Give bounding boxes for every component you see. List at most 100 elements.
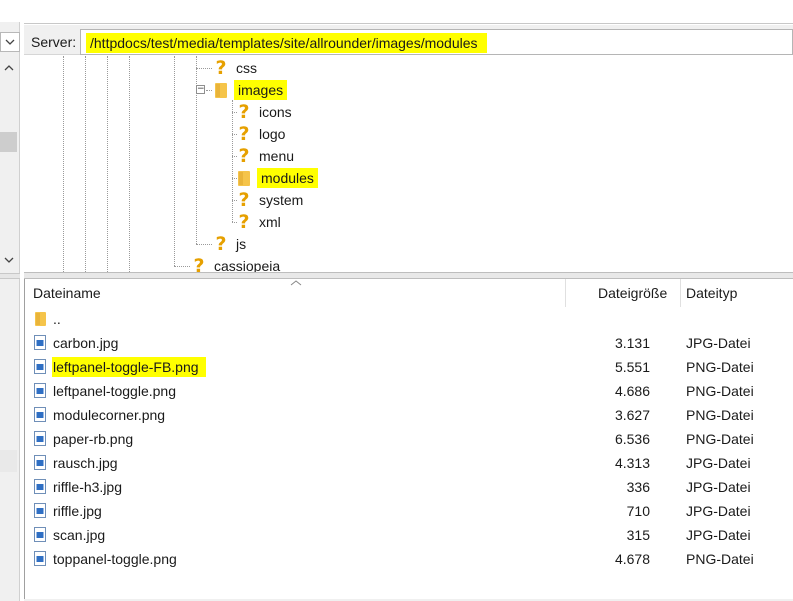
table-row[interactable]: scan.jpg 315 JPG-Datei bbox=[25, 523, 793, 547]
file-type: PNG-Datei bbox=[686, 551, 754, 567]
file-type: JPG-Datei bbox=[686, 455, 751, 471]
table-row[interactable]: carbon.jpg 3.131 JPG-Datei bbox=[25, 331, 793, 355]
tree-node-icons[interactable]: ? icons bbox=[235, 101, 294, 123]
file-size: 6.536 bbox=[614, 431, 650, 447]
local-pane-top bbox=[0, 0, 20, 22]
tree-guide-line bbox=[85, 56, 86, 272]
column-header-filesize[interactable]: Dateigröße bbox=[598, 279, 667, 307]
image-file-icon bbox=[34, 359, 46, 374]
table-row[interactable]: rausch.jpg 4.313 JPG-Datei bbox=[25, 451, 793, 475]
unknown-folder-icon: ? bbox=[238, 145, 250, 167]
file-size: 4.686 bbox=[614, 383, 650, 399]
list-item-parent-directory[interactable]: .. bbox=[25, 307, 793, 331]
column-divider[interactable] bbox=[565, 279, 566, 307]
table-row[interactable]: riffle.jpg 710 JPG-Datei bbox=[25, 499, 793, 523]
local-pane-edge bbox=[0, 0, 20, 601]
collapse-toggle[interactable]: − bbox=[196, 85, 205, 94]
remote-path-bar: Server: /httpdocs/test/media/templates/s… bbox=[24, 25, 793, 55]
file-name: modulecorner.png bbox=[53, 407, 166, 423]
file-type: JPG-Datei bbox=[686, 335, 751, 351]
file-size: 336 bbox=[626, 479, 650, 495]
remote-pane-top-edge bbox=[24, 0, 793, 24]
image-file-icon bbox=[34, 503, 46, 518]
sort-ascending-icon bbox=[290, 280, 302, 286]
table-row[interactable]: leftpanel-toggle.png 4.686 PNG-Datei bbox=[25, 379, 793, 403]
server-path-label: Server: bbox=[31, 34, 77, 50]
file-type: PNG-Datei bbox=[686, 383, 754, 399]
tree-connector bbox=[174, 266, 190, 267]
tree-node-cassiopeia[interactable]: ? cassiopeia bbox=[190, 255, 282, 272]
unknown-folder-icon: ? bbox=[215, 57, 227, 79]
tree-list-splitter[interactable] bbox=[24, 272, 793, 279]
tree-guide-line bbox=[129, 56, 130, 272]
tree-node-label: xml bbox=[259, 214, 281, 230]
file-type: PNG-Datei bbox=[686, 431, 754, 447]
unknown-folder-icon: ? bbox=[238, 189, 250, 211]
file-size: 4.678 bbox=[614, 551, 650, 567]
file-type: JPG-Datei bbox=[686, 479, 751, 495]
tree-node-label: images bbox=[234, 80, 288, 100]
file-size: 4.313 bbox=[614, 455, 650, 471]
file-size: 5.551 bbox=[614, 359, 650, 375]
tree-node-label: logo bbox=[259, 126, 286, 142]
column-header-filename[interactable]: Dateiname bbox=[33, 279, 101, 307]
tree-guide-line bbox=[232, 100, 233, 222]
tree-node-modules[interactable]: modules bbox=[235, 167, 318, 189]
folder-icon bbox=[35, 312, 46, 326]
file-name: toppanel-toggle.png bbox=[53, 551, 177, 567]
tree-node-xml[interactable]: ? xml bbox=[235, 211, 283, 233]
table-row[interactable]: riffle-h3.jpg 336 JPG-Datei bbox=[25, 475, 793, 499]
column-header-filetype[interactable]: Dateityp bbox=[686, 279, 737, 307]
local-tree-scroll-down-button[interactable] bbox=[0, 251, 18, 269]
file-name: scan.jpg bbox=[53, 527, 106, 543]
file-type: PNG-Datei bbox=[686, 359, 754, 375]
local-path-dropdown-button[interactable] bbox=[0, 32, 20, 52]
tree-node-label: js bbox=[236, 236, 247, 252]
image-file-icon bbox=[34, 431, 46, 446]
file-name: .. bbox=[53, 311, 61, 327]
image-file-icon bbox=[34, 527, 46, 542]
server-path-value: /httpdocs/test/media/templates/site/allr… bbox=[86, 33, 487, 53]
chevron-up-icon bbox=[4, 64, 14, 70]
tree-node-label: icons bbox=[259, 104, 292, 120]
chevron-down-icon bbox=[4, 257, 14, 263]
file-name: riffle-h3.jpg bbox=[53, 479, 123, 495]
tree-node-js[interactable]: ? js bbox=[212, 233, 248, 255]
column-divider[interactable] bbox=[680, 279, 681, 307]
table-row[interactable]: toppanel-toggle.png 4.678 PNG-Datei bbox=[25, 547, 793, 571]
image-file-icon bbox=[34, 335, 46, 350]
unknown-folder-icon: ? bbox=[215, 233, 227, 255]
table-row[interactable]: modulecorner.png 3.627 PNG-Datei bbox=[25, 403, 793, 427]
table-row[interactable]: paper-rb.png 6.536 PNG-Datei bbox=[25, 427, 793, 451]
remote-directory-tree[interactable]: − ? css images ? icons ? logo ? menu mod… bbox=[24, 56, 793, 272]
unknown-folder-icon: ? bbox=[238, 211, 250, 233]
local-tree-scroll-up-button[interactable] bbox=[0, 58, 18, 76]
file-type: PNG-Datei bbox=[686, 407, 754, 423]
tree-guide-line bbox=[107, 56, 108, 272]
image-file-icon bbox=[34, 551, 46, 566]
file-type: JPG-Datei bbox=[686, 503, 751, 519]
file-size: 3.627 bbox=[614, 407, 650, 423]
local-list-selected-row[interactable] bbox=[0, 450, 17, 472]
image-file-icon bbox=[34, 479, 46, 494]
file-name: riffle.jpg bbox=[53, 503, 102, 519]
local-pane-splitter[interactable] bbox=[0, 273, 20, 279]
tree-connector bbox=[196, 68, 212, 69]
tree-node-label: css bbox=[236, 60, 257, 76]
server-path-input[interactable]: /httpdocs/test/media/templates/site/allr… bbox=[80, 29, 793, 55]
table-row[interactable]: leftpanel-toggle-FB.png 5.551 PNG-Datei bbox=[25, 355, 793, 379]
image-file-icon bbox=[34, 407, 46, 422]
tree-node-label: cassiopeia bbox=[214, 258, 281, 272]
file-name: carbon.jpg bbox=[53, 335, 119, 351]
tree-node-logo[interactable]: ? logo bbox=[235, 123, 287, 145]
local-tree-scrollbar-thumb[interactable] bbox=[0, 132, 17, 152]
tree-node-label: system bbox=[259, 192, 304, 208]
tree-node-system[interactable]: ? system bbox=[235, 189, 305, 211]
tree-node-images[interactable]: images bbox=[212, 79, 288, 101]
tree-node-menu[interactable]: ? menu bbox=[235, 145, 296, 167]
file-name: rausch.jpg bbox=[53, 455, 118, 471]
tree-guide-line bbox=[63, 56, 64, 272]
tree-node-css[interactable]: ? css bbox=[212, 57, 259, 79]
tree-node-label: menu bbox=[259, 148, 295, 164]
remote-file-list[interactable]: Dateiname Dateigröße Dateityp .. carbon.… bbox=[24, 279, 793, 601]
